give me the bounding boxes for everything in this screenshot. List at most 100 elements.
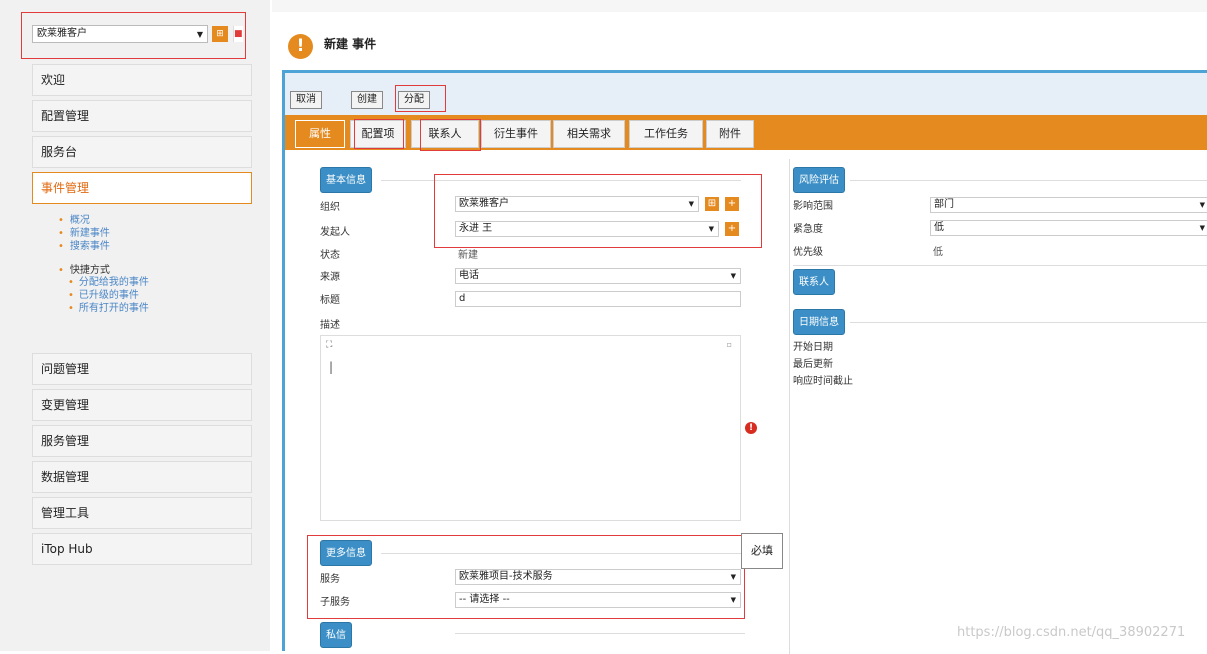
chevron-down-icon: ▼ (708, 225, 714, 233)
tree-icon[interactable]: ⊞ (705, 197, 719, 211)
section-risk[interactable]: 风险评估 (793, 167, 845, 193)
caller-label: 发起人 (320, 227, 350, 238)
section-private[interactable]: 私信 (320, 622, 352, 648)
menu-item-service[interactable]: 服务管理 (32, 425, 252, 457)
tab-attachments[interactable]: 附件 (706, 120, 754, 148)
shortcut-assigned-to-me[interactable]: 分配给我的事件 (68, 276, 248, 289)
priority-label: 优先级 (793, 247, 823, 258)
caller-field-value: 永进 王 (459, 223, 493, 234)
divider (850, 322, 1207, 323)
urgency-field[interactable]: 低 ▼ (930, 220, 1207, 236)
tab-bar: 属性 配置项 联系人 衍生事件 相关需求 工作任务 附件 (285, 115, 1207, 151)
chevron-down-icon: ▼ (1199, 224, 1205, 232)
top-bar (272, 0, 1207, 12)
submenu-overview[interactable]: 概况 (58, 214, 248, 227)
service-field-value: 欧莱雅项目-技术服务 (459, 571, 553, 582)
service-field[interactable]: 欧莱雅项目-技术服务 ▼ (455, 569, 741, 585)
warning-icon: ! (288, 34, 313, 59)
divider (850, 180, 1207, 181)
watermark: https://blog.csdn.net/qq_38902271 (957, 625, 1186, 640)
page-title: 新建 事件 (324, 37, 377, 51)
org-select[interactable]: 欧莱雅客户 ▼ (32, 25, 208, 43)
last-update-label: 最后更新 (793, 359, 833, 370)
shortcut-all-open[interactable]: 所有打开的事件 (68, 302, 248, 315)
description-editor[interactable]: ⛶ ▫ | (320, 335, 741, 521)
menu-item-admin-tools[interactable]: 管理工具 (32, 497, 252, 529)
chevron-down-icon: ▼ (196, 30, 203, 39)
form-panel: 取消 创建 分配 属性 配置项 联系人 衍生事件 相关需求 工作任务 附件 基本… (282, 70, 1207, 654)
org-label: 组织 (320, 202, 340, 213)
divider (455, 633, 745, 634)
urgency-field-value: 低 (934, 222, 944, 233)
submenu-search-incident[interactable]: 搜索事件 (58, 240, 248, 253)
status-value: 新建 (458, 250, 478, 261)
priority-value: 低 (933, 247, 943, 258)
incident-submenu: 概况 新建事件 搜索事件 快捷方式 分配给我的事件 已升级的事件 所有打开的事件 (58, 214, 248, 315)
divider (381, 553, 741, 554)
error-icon: ! (745, 422, 757, 434)
chevron-down-icon: ▼ (688, 200, 694, 208)
required-hint: 必填 (741, 533, 783, 569)
menu-top: 欢迎 配置管理 服务台 事件管理 (32, 64, 252, 208)
org-select-value: 欧莱雅客户 (37, 28, 87, 39)
cancel-button[interactable]: 取消 (290, 91, 322, 109)
title-input[interactable]: d (455, 291, 741, 307)
create-button[interactable]: 创建 (351, 91, 383, 109)
status-label: 状态 (320, 250, 340, 261)
menu-item-incident[interactable]: 事件管理 (32, 172, 252, 204)
origin-field[interactable]: 电话 ▼ (455, 268, 741, 284)
main-area: ! 新建 事件 取消 创建 分配 属性 配置项 联系人 衍生事件 相关需求 工作… (272, 0, 1207, 654)
submenu-new-incident[interactable]: 新建事件 (58, 227, 248, 240)
subservice-field-value: -- 请选择 -- (459, 594, 510, 605)
tab-work-orders[interactable]: 工作任务 (629, 120, 703, 148)
subservice-field[interactable]: -- 请选择 -- ▼ (455, 592, 741, 608)
section-basic-info[interactable]: 基本信息 (320, 167, 372, 193)
section-dates[interactable]: 日期信息 (793, 309, 845, 335)
chevron-down-icon: ▼ (1199, 201, 1205, 209)
chevron-down-icon: ▼ (730, 272, 736, 280)
editor-toolbar-icon[interactable]: ▫ (727, 340, 732, 349)
add-icon[interactable]: ■ (233, 26, 243, 42)
impact-label: 影响范围 (793, 201, 833, 212)
deadline-label: 响应时间截止 (793, 376, 853, 387)
section-contacts[interactable]: 联系人 (793, 269, 835, 295)
chevron-down-icon: ▼ (730, 596, 736, 604)
title-label: 标题 (320, 295, 340, 306)
origin-label: 来源 (320, 272, 340, 283)
org-field-value: 欧莱雅客户 (459, 198, 509, 209)
shortcut-escalated[interactable]: 已升级的事件 (68, 289, 248, 302)
urgency-label: 紧急度 (793, 224, 823, 235)
impact-field-value: 部门 (934, 199, 954, 210)
subservice-label: 子服务 (320, 597, 350, 608)
menu-item-welcome[interactable]: 欢迎 (32, 64, 252, 96)
menu-item-helpdesk[interactable]: 服务台 (32, 136, 252, 168)
tab-properties[interactable]: 属性 (295, 120, 345, 148)
add-icon[interactable]: + (725, 222, 739, 236)
menu-item-problem[interactable]: 问题管理 (32, 353, 252, 385)
caller-field[interactable]: 永进 王 ▼ (455, 221, 719, 237)
submenu-shortcut-head: 快捷方式 (58, 261, 248, 276)
tree-icon[interactable]: ⊞ (212, 26, 228, 42)
sidebar: 欧莱雅客户 ▼ ⊞ ■ 欢迎 配置管理 服务台 事件管理 概况 新建事件 搜索事… (0, 0, 270, 651)
tab-related-requests[interactable]: 相关需求 (553, 120, 625, 148)
maximize-icon[interactable]: ⛶ (326, 340, 332, 350)
menu-item-data[interactable]: 数据管理 (32, 461, 252, 493)
menu-bottom: 问题管理 变更管理 服务管理 数据管理 管理工具 iTop Hub (32, 353, 252, 569)
service-label: 服务 (320, 574, 340, 585)
chevron-down-icon: ▼ (730, 573, 736, 581)
origin-field-value: 电话 (459, 270, 479, 281)
description-label: 描述 (320, 320, 340, 331)
column-divider (789, 159, 790, 654)
assign-highlight-box (395, 85, 446, 112)
tab-child-incidents[interactable]: 衍生事件 (481, 120, 551, 148)
contacts-tab-highlight-box (420, 119, 481, 151)
menu-item-change[interactable]: 变更管理 (32, 389, 252, 421)
ci-tab-highlight-box (354, 119, 404, 149)
impact-field[interactable]: 部门 ▼ (930, 197, 1207, 213)
toolbar: 取消 创建 分配 (285, 73, 1207, 115)
add-icon[interactable]: + (725, 197, 739, 211)
section-more-info[interactable]: 更多信息 (320, 540, 372, 566)
menu-item-config[interactable]: 配置管理 (32, 100, 252, 132)
org-field[interactable]: 欧莱雅客户 ▼ (455, 196, 699, 212)
menu-item-itop-hub[interactable]: iTop Hub (32, 533, 252, 565)
